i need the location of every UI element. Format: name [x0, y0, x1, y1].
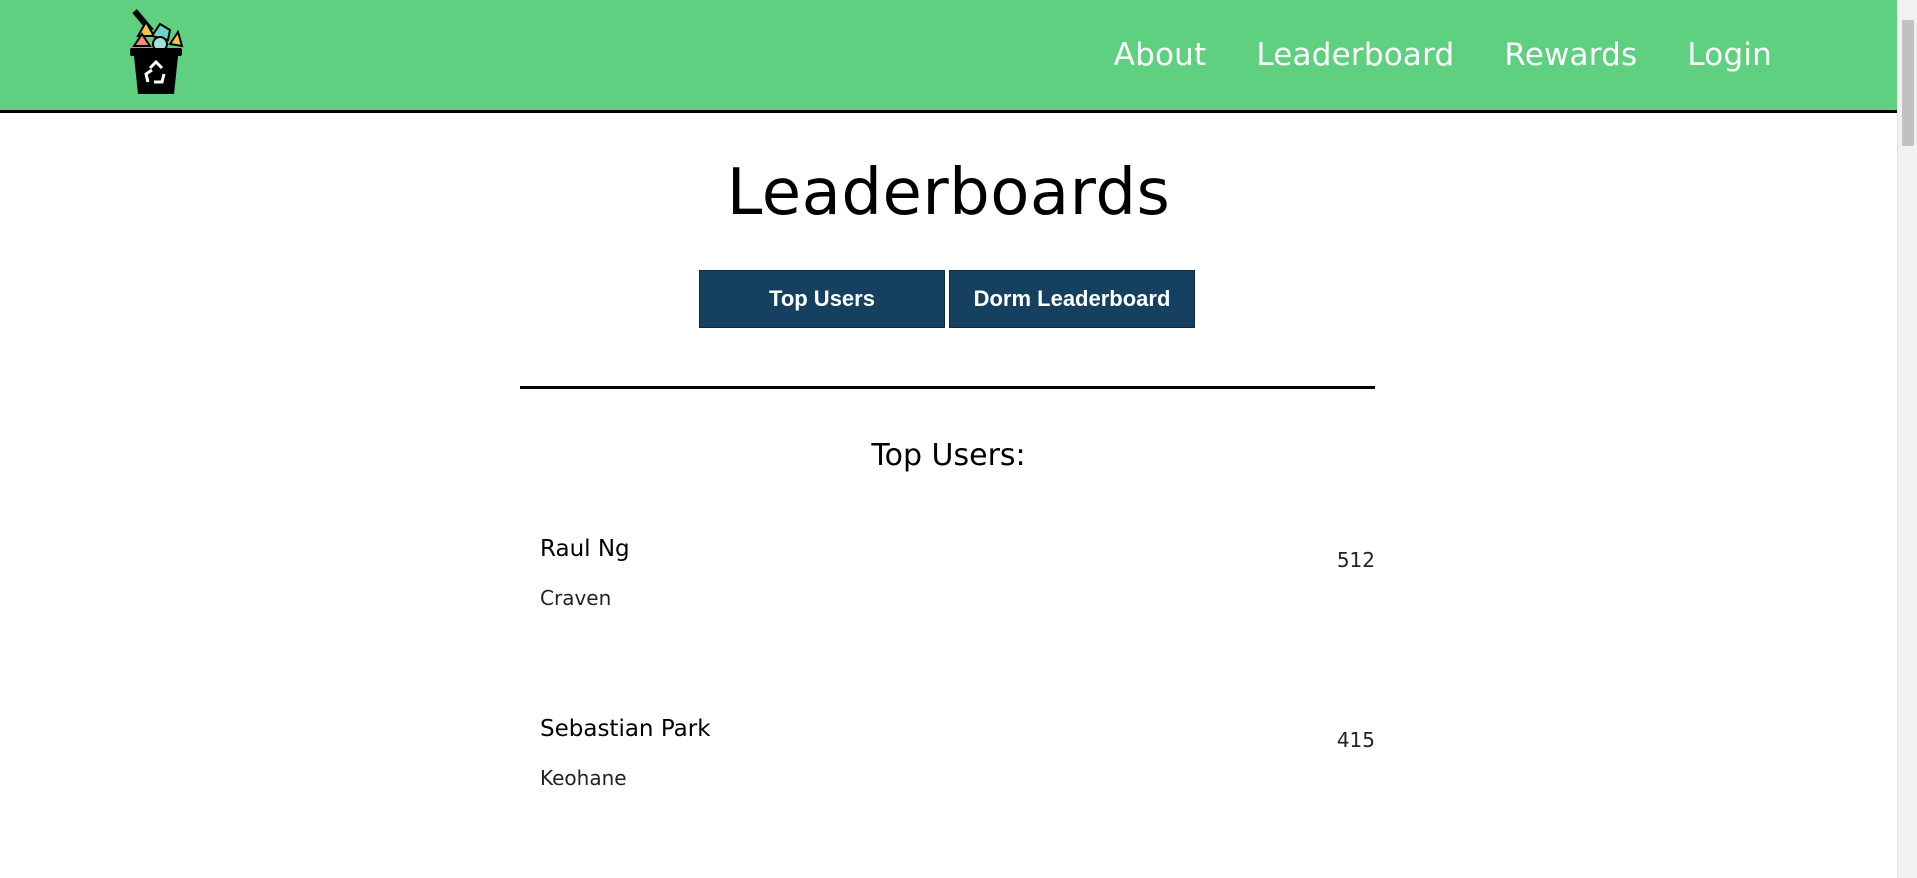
leaderboard-tabs: Top Users Dorm Leaderboard	[699, 270, 1195, 328]
section-title: Top Users:	[871, 438, 1026, 473]
nav-leaderboard-link[interactable]: Leaderboard	[1256, 37, 1454, 73]
dorm-leaderboard-tab-button[interactable]: Dorm Leaderboard	[949, 270, 1195, 328]
nav-rewards-link[interactable]: Rewards	[1504, 37, 1637, 73]
page-title: Leaderboards	[726, 156, 1171, 230]
user-dorm: Craven	[540, 586, 612, 610]
section-divider	[520, 386, 1375, 389]
nav-login-link[interactable]: Login	[1687, 37, 1772, 73]
vertical-scrollbar[interactable]	[1897, 0, 1917, 878]
user-name: Sebastian Park	[540, 716, 711, 742]
top-users-tab-button[interactable]: Top Users	[699, 270, 945, 328]
recycle-bin-logo-icon[interactable]	[126, 6, 186, 96]
list-item: Raul Ng Craven 512	[540, 536, 1375, 716]
list-item: Sebastian Park Keohane 415	[540, 716, 1375, 878]
user-name: Raul Ng	[540, 536, 630, 562]
user-dorm: Keohane	[540, 766, 627, 790]
page: About Leaderboard Rewards Login Leaderbo…	[0, 0, 1917, 878]
user-list: Raul Ng Craven 512 Sebastian Park Keohan…	[540, 536, 1375, 878]
nav-about-link[interactable]: About	[1114, 37, 1207, 73]
nav-menu: About Leaderboard Rewards Login	[1114, 37, 1772, 73]
scrollbar-thumb[interactable]	[1902, 20, 1914, 146]
navbar: About Leaderboard Rewards Login	[0, 0, 1897, 113]
user-score: 512	[1336, 548, 1375, 572]
user-score: 415	[1336, 728, 1375, 752]
